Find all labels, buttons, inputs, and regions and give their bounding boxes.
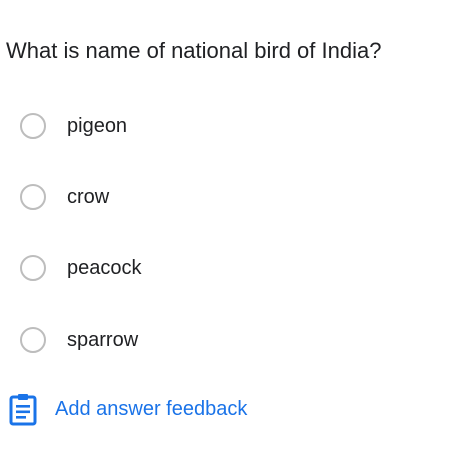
- option-label: sparrow: [67, 329, 139, 351]
- radio-button[interactable]: [20, 113, 46, 139]
- radio-button[interactable]: [20, 327, 46, 353]
- option-sparrow[interactable]: sparrow: [20, 324, 138, 356]
- option-pigeon[interactable]: pigeon: [20, 110, 127, 142]
- option-label: pigeon: [67, 115, 128, 137]
- question-title: What is name of national bird of India?: [6, 38, 382, 63]
- option-peacock[interactable]: peacock: [20, 252, 142, 284]
- radio-button[interactable]: [20, 255, 46, 281]
- radio-button[interactable]: [20, 184, 46, 210]
- feedback-label: Add answer feedback: [55, 398, 248, 420]
- clipboard-icon: [9, 392, 37, 426]
- option-crow[interactable]: crow: [20, 181, 109, 213]
- add-answer-feedback-button[interactable]: Add answer feedback: [9, 392, 247, 426]
- option-label: crow: [67, 186, 110, 208]
- option-label: peacock: [67, 257, 142, 279]
